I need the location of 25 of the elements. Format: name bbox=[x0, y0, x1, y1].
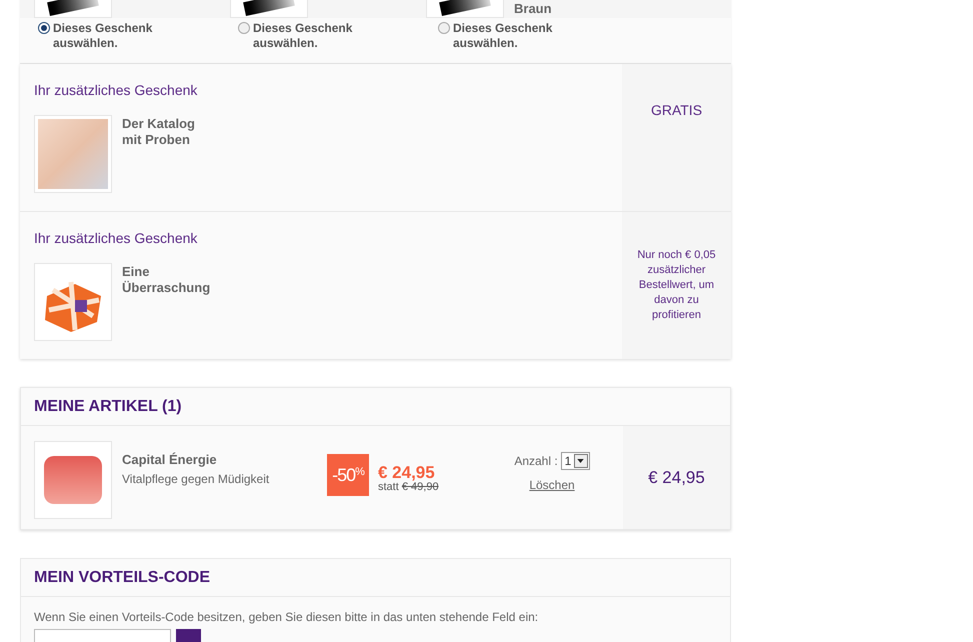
line-total: € 24,95 bbox=[648, 466, 705, 489]
voucher-hint: Wenn Sie einen Vorteils-Code besitzen, geben Sie diesen bitte in das unten stehende Feld ein: bbox=[34, 609, 540, 626]
gift-heading: Ihr zusätzliches Geschenk bbox=[34, 81, 198, 100]
radio-button[interactable] bbox=[238, 22, 250, 34]
gift-name: Braun bbox=[514, 0, 552, 18]
gift-price-note: GRATIS bbox=[650, 101, 702, 120]
product-subtitle: Vitalpflege gegen Müdigkeit bbox=[122, 470, 270, 488]
radio-button[interactable] bbox=[38, 22, 50, 34]
radio-button[interactable] bbox=[438, 22, 450, 34]
gift-heading: Ihr zusätzliches Geschenk bbox=[34, 229, 198, 248]
delete-link[interactable]: Löschen bbox=[529, 476, 575, 494]
old-price: € 49,90 bbox=[402, 481, 439, 493]
gift-price-note: Nur noch € 0,05 zusätzlicher Bestellwert, um davon zu profitieren bbox=[636, 248, 717, 323]
gift-radio-option[interactable]: Dieses Geschenk auswählen. bbox=[238, 21, 438, 51]
gift-radio-option[interactable]: Dieses Geschenk auswählen. bbox=[38, 21, 238, 51]
quantity-select[interactable]: 1 bbox=[560, 452, 590, 470]
sale-price: € 24,95 bbox=[378, 466, 436, 480]
discount-badge: -50% bbox=[327, 454, 369, 496]
gift-radio-option[interactable]: Dieses Geschenk auswählen. bbox=[438, 21, 638, 51]
quantity-label: Anzahl : bbox=[514, 453, 558, 470]
section-title: MEINE ARTIKEL (1) bbox=[34, 396, 182, 416]
gift-title: Der Katalog mit Proben bbox=[122, 116, 196, 149]
product-name: Capital Énergie bbox=[122, 451, 218, 469]
section-title: MEIN VORTEILS-CODE bbox=[34, 568, 210, 588]
was-label: statt bbox=[378, 481, 399, 493]
